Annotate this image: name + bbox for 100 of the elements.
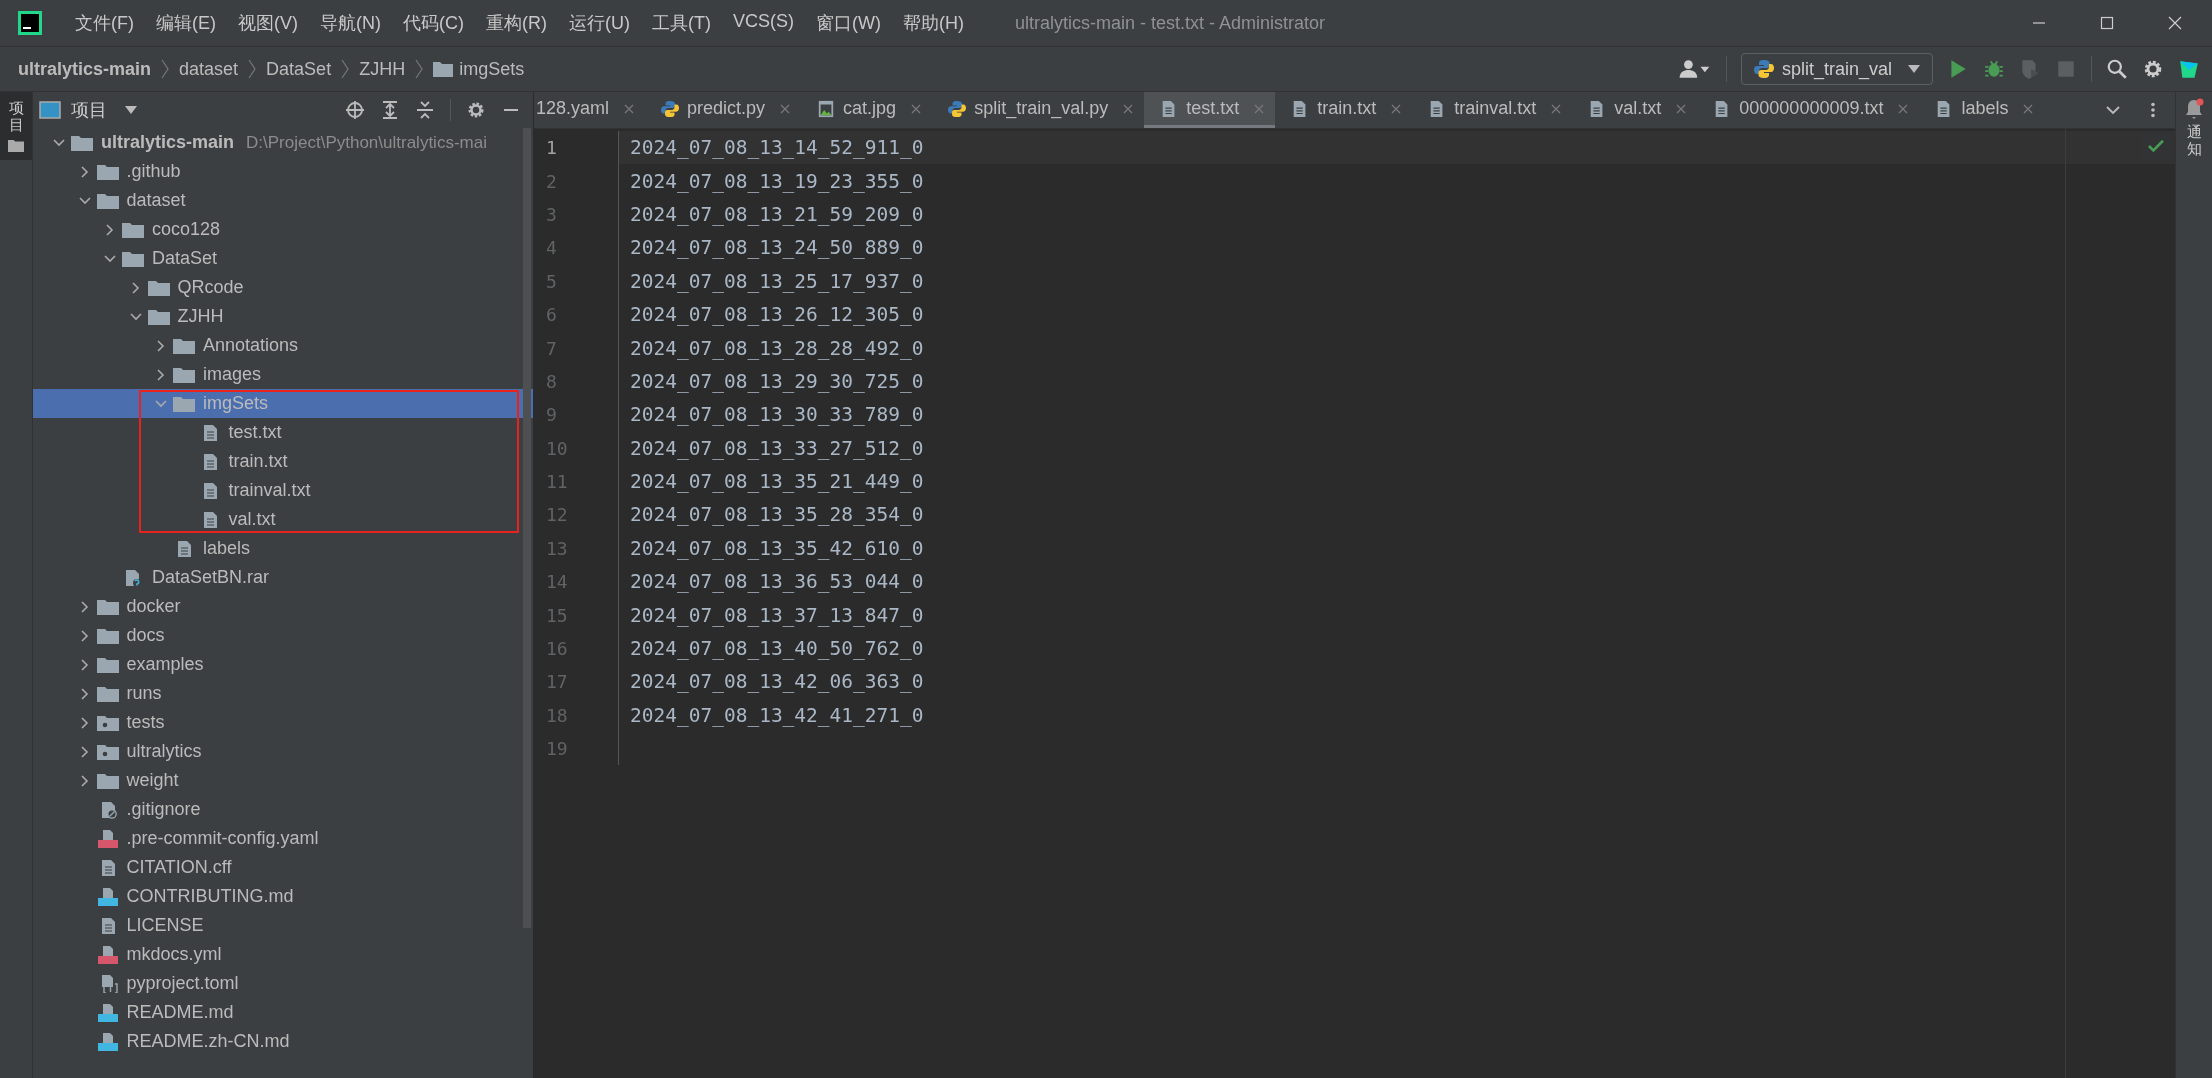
settings-icon[interactable]	[2142, 58, 2164, 80]
maximize-icon[interactable]	[2100, 16, 2114, 30]
bell-icon	[2184, 98, 2204, 120]
folder-icon	[122, 249, 144, 268]
tree-item[interactable]: DataSetBN.rar	[33, 563, 533, 592]
tree-item[interactable]: labels	[33, 534, 533, 563]
tree-item[interactable]: CONTRIBUTING.md	[33, 882, 533, 911]
code-line: 2024_07_08_13_26_12_305_0	[630, 303, 924, 327]
breadcrumb-item[interactable]: imgSets	[433, 58, 525, 80]
breadcrumb-item[interactable]: dataset	[179, 58, 239, 80]
menu-item[interactable]: 文件(F)	[64, 11, 145, 35]
tree-item[interactable]: docker	[33, 592, 533, 621]
close-icon[interactable]	[2168, 16, 2182, 30]
chevron-icon	[161, 59, 170, 79]
line-number: 12	[534, 498, 619, 532]
code-line: 2024_07_08_13_28_28_492_0	[630, 336, 924, 360]
folder-icon	[96, 684, 119, 703]
editor-tab[interactable]: labels	[1919, 92, 2045, 128]
user-icon[interactable]	[1677, 58, 1712, 80]
tree-item[interactable]: train.txt	[33, 447, 533, 476]
editor-tab[interactable]: 000000000009.txt	[1697, 92, 1920, 128]
tree-item[interactable]: ZJHH	[33, 302, 533, 331]
python-file-icon	[661, 99, 680, 118]
tree-item[interactable]: README.md	[33, 998, 533, 1027]
breadcrumb-item[interactable]: DataSet	[266, 58, 332, 80]
menu-item[interactable]: 编辑(E)	[145, 11, 227, 35]
tree-item[interactable]: DataSet	[33, 244, 533, 273]
code-line: 2024_07_08_13_29_30_725_0	[630, 369, 924, 393]
folder-icon	[147, 278, 170, 297]
menu-item[interactable]: 工具(T)	[641, 11, 722, 35]
tree-item[interactable]: .pre-commit-config.yaml	[33, 824, 533, 853]
code-line: 2024_07_08_13_24_50_889_0	[630, 236, 924, 260]
tree-item[interactable]: CITATION.cff	[33, 853, 533, 882]
folder-icon	[173, 365, 195, 384]
toolbox-logo-icon[interactable]	[2178, 58, 2200, 80]
tree-item[interactable]: runs	[33, 679, 533, 708]
menu-item[interactable]: 重构(R)	[475, 11, 558, 35]
tree-item[interactable]: test.txt	[33, 418, 533, 447]
window-title: ultralytics-main - test.txt - Administrator	[1014, 12, 1326, 34]
tree-item[interactable]: val.txt	[33, 505, 533, 534]
crosshair-icon[interactable]	[345, 100, 365, 120]
tree-item[interactable]: pyproject.toml	[33, 969, 533, 998]
menu-item[interactable]: 视图(V)	[227, 11, 309, 35]
python-icon	[1753, 59, 1774, 79]
tree-item[interactable]: weight	[33, 766, 533, 795]
menu-item[interactable]: 运行(U)	[558, 11, 641, 35]
bug-icon[interactable]	[1983, 58, 2005, 80]
expand-all-icon[interactable]	[380, 100, 400, 120]
path-hint: D:\Project\Python\ultralytics-mai	[246, 132, 487, 153]
collapse-all-icon[interactable]	[415, 100, 435, 120]
tree-item[interactable]: .gitignore	[33, 795, 533, 824]
editor-tab[interactable]: train.txt	[1275, 92, 1413, 128]
editor-tab[interactable]: predict.py	[645, 92, 802, 128]
image-file-icon	[817, 99, 836, 118]
menu-item[interactable]: 帮助(H)	[891, 11, 975, 35]
run-config-dropdown[interactable]: split_train_val	[1740, 53, 1933, 85]
code-line: 2024_07_08_13_33_27_512_0	[630, 436, 924, 460]
breadcrumb-item[interactable]: ZJHH	[359, 58, 406, 80]
package-folder-icon	[96, 713, 119, 732]
line-number: 5	[534, 264, 619, 298]
project-view-selector[interactable]: 项目	[39, 98, 137, 122]
editor-tab[interactable]: cat.jpg	[801, 92, 933, 128]
editor-tab[interactable]: test.txt	[1144, 92, 1276, 128]
menu-item[interactable]: 导航(N)	[309, 11, 392, 35]
breadcrumb-item[interactable]: ultralytics-main	[18, 58, 152, 80]
editor-tab[interactable]: 128.yaml	[534, 92, 646, 128]
folder-icon	[122, 220, 144, 239]
code-line: 2024_07_08_13_19_23_355_0	[630, 169, 924, 193]
project-tool-tab[interactable]: 项目	[0, 92, 32, 160]
line-number: 3	[534, 197, 619, 232]
menu-item[interactable]: VCS(S)	[721, 11, 805, 35]
tree-item[interactable]: docs	[33, 621, 533, 650]
folder-icon	[173, 394, 195, 413]
notifications-tool-tab[interactable]: 通知	[2176, 92, 2212, 157]
tree-item[interactable]: LICENSE	[33, 911, 533, 940]
tree-item[interactable]: trainval.txt	[33, 476, 533, 505]
settings-icon[interactable]	[466, 100, 486, 120]
editor-tab[interactable]: val.txt	[1572, 92, 1698, 128]
code-line: 2024_07_08_13_42_06_363_0	[630, 670, 924, 694]
menu-item[interactable]: 窗口(W)	[805, 11, 892, 35]
tree-item[interactable]: dataset	[33, 186, 533, 215]
tree-item[interactable]: QRcode	[33, 273, 533, 302]
editor-tab[interactable]: trainval.txt	[1412, 92, 1573, 128]
tree-item[interactable]: tests	[33, 708, 533, 737]
checkmark-icon[interactable]	[2147, 139, 2165, 153]
scrollbar[interactable]	[523, 128, 531, 928]
editor-tab[interactable]: split_train_val.py	[932, 92, 1145, 128]
tree-item[interactable]: mkdocs.yml	[33, 940, 533, 969]
tree-item[interactable]: ultralytics	[33, 737, 533, 766]
search-icon[interactable]	[2106, 58, 2128, 80]
tree-item[interactable]: Annotations	[33, 331, 533, 360]
menu-item[interactable]: 代码(C)	[392, 11, 475, 35]
code-line: 2024_07_08_13_25_17_937_0	[630, 269, 924, 293]
tree-item[interactable]: .github	[33, 157, 533, 186]
tree-item[interactable]: coco128	[33, 215, 533, 244]
tree-item[interactable]: README.zh-CN.md	[33, 1027, 533, 1056]
tree-item[interactable]: examples	[33, 650, 533, 679]
tree-item[interactable]: ultralytics-main D:\Project\Python\ultralytics-mai	[33, 128, 533, 157]
tree-item[interactable]: images	[33, 360, 533, 389]
code-line: 2024_07_08_13_42_41_271_0	[630, 703, 924, 727]
